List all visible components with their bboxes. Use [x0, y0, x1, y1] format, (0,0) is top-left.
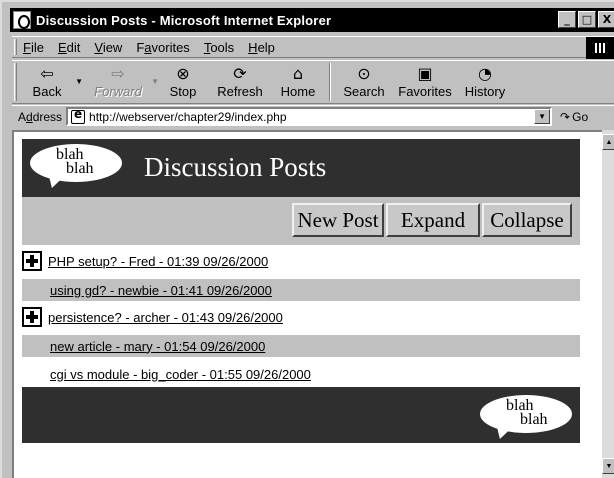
menu-view[interactable]: View: [94, 40, 122, 55]
menu-edit[interactable]: Edit: [58, 40, 80, 55]
history-button[interactable]: ◔ History: [459, 61, 511, 103]
expand-button[interactable]: Expand: [386, 203, 480, 237]
go-button[interactable]: ↷ Go: [560, 110, 588, 124]
back-dropdown-icon[interactable]: ▼: [75, 77, 83, 86]
window-controls: _ □ X: [558, 11, 614, 28]
page-title: Discussion Posts: [144, 152, 327, 182]
expand-plus-icon[interactable]: [22, 251, 42, 271]
ie-icon: [13, 11, 31, 29]
post-row: using gd? - newbie - 01:41 09/26/2000: [22, 279, 580, 301]
search-icon: ⊙: [357, 64, 371, 83]
post-row: new article - mary - 01:54 09/26/2000: [22, 335, 580, 357]
vertical-scrollbar[interactable]: ▲ ▼: [602, 130, 614, 478]
back-arrow-icon: ⇦: [40, 64, 54, 83]
stop-icon: ⊗: [176, 64, 190, 83]
forward-button[interactable]: ⇨ Forward ▼: [87, 61, 159, 103]
address-url[interactable]: http://webserver/chapter29/index.php: [89, 110, 286, 124]
title-bar[interactable]: Discussion Posts - Microsoft Internet Ex…: [10, 8, 614, 32]
post-row: cgi vs module - big_coder - 01:55 09/26/…: [22, 363, 580, 385]
toolbar-grip[interactable]: [14, 63, 17, 101]
post-link[interactable]: persistence? - archer - 01:43 09/26/2000: [48, 310, 283, 325]
menu-file[interactable]: File: [23, 40, 44, 55]
menu-help[interactable]: Help: [248, 40, 275, 55]
minimize-button[interactable]: _: [558, 11, 576, 28]
home-button[interactable]: ⌂ Home: [275, 61, 321, 103]
address-label: Address: [18, 109, 63, 124]
favorites-button[interactable]: ▣ Favorites: [393, 61, 457, 103]
stop-button[interactable]: ⊗ Stop: [163, 61, 203, 103]
favorites-folder-icon: ▣: [417, 64, 433, 83]
new-post-button[interactable]: New Post: [292, 203, 384, 237]
collapse-button[interactable]: Collapse: [482, 203, 572, 237]
refresh-button[interactable]: ⟳ Refresh: [211, 61, 269, 103]
blah-blah-logo: blah blah: [30, 144, 122, 191]
forward-arrow-icon: ⇨: [111, 64, 125, 83]
forward-dropdown-icon[interactable]: ▼: [151, 77, 159, 86]
page-viewport: blah blah Discussion Posts New Post Expa…: [12, 130, 602, 478]
address-input[interactable]: http://webserver/chapter29/index.php ▼: [66, 107, 553, 126]
close-button[interactable]: X: [598, 11, 614, 28]
post-link[interactable]: using gd? - newbie - 01:41 09/26/2000: [50, 283, 272, 298]
history-icon: ◔: [478, 64, 492, 83]
page-header: blah blah Discussion Posts: [22, 139, 580, 197]
back-button[interactable]: ⇦ Back ▼: [21, 61, 83, 103]
toolbar-separator: [329, 63, 331, 101]
go-arrow-icon: ↷: [560, 109, 571, 124]
scroll-down-icon[interactable]: ▼: [602, 458, 614, 474]
post-link[interactable]: PHP setup? - Fred - 01:39 09/26/2000: [48, 254, 268, 269]
browser-window: Discussion Posts - Microsoft Internet Ex…: [0, 0, 614, 478]
post-row: PHP setup? - Fred - 01:39 09/26/2000: [22, 250, 580, 272]
post-link[interactable]: cgi vs module - big_coder - 01:55 09/26/…: [50, 367, 311, 382]
menu-tools[interactable]: Tools: [204, 40, 234, 55]
standard-toolbar: ⇦ Back ▼ ⇨ Forward ▼ ⊗ Stop ⟳ Refresh ⌂ …: [12, 60, 614, 104]
menu-grip[interactable]: [14, 39, 17, 55]
page-footer: blah blah: [22, 387, 580, 443]
window-title: Discussion Posts - Microsoft Internet Ex…: [36, 12, 332, 28]
refresh-icon: ⟳: [233, 64, 247, 83]
blah-blah-footer-logo: blah blah: [480, 395, 572, 442]
expand-plus-icon[interactable]: [22, 307, 42, 327]
home-icon: ⌂: [292, 64, 304, 83]
menu-bar: File Edit View Favorites Tools Help: [12, 36, 614, 59]
page-icon: [71, 107, 86, 124]
address-dropdown-icon[interactable]: ▼: [534, 109, 551, 124]
search-button[interactable]: ⊙ Search: [339, 61, 389, 103]
address-bar: Address http://webserver/chapter29/index…: [12, 105, 614, 127]
action-bar: New Post Expand Collapse: [22, 197, 580, 245]
post-row: persistence? - archer - 01:43 09/26/2000: [22, 306, 580, 328]
windows-logo-icon: [586, 37, 614, 59]
menu-favorites[interactable]: Favorites: [136, 40, 189, 55]
scroll-up-icon[interactable]: ▲: [602, 134, 614, 150]
post-link[interactable]: new article - mary - 01:54 09/26/2000: [50, 339, 265, 354]
maximize-button[interactable]: □: [578, 11, 596, 28]
